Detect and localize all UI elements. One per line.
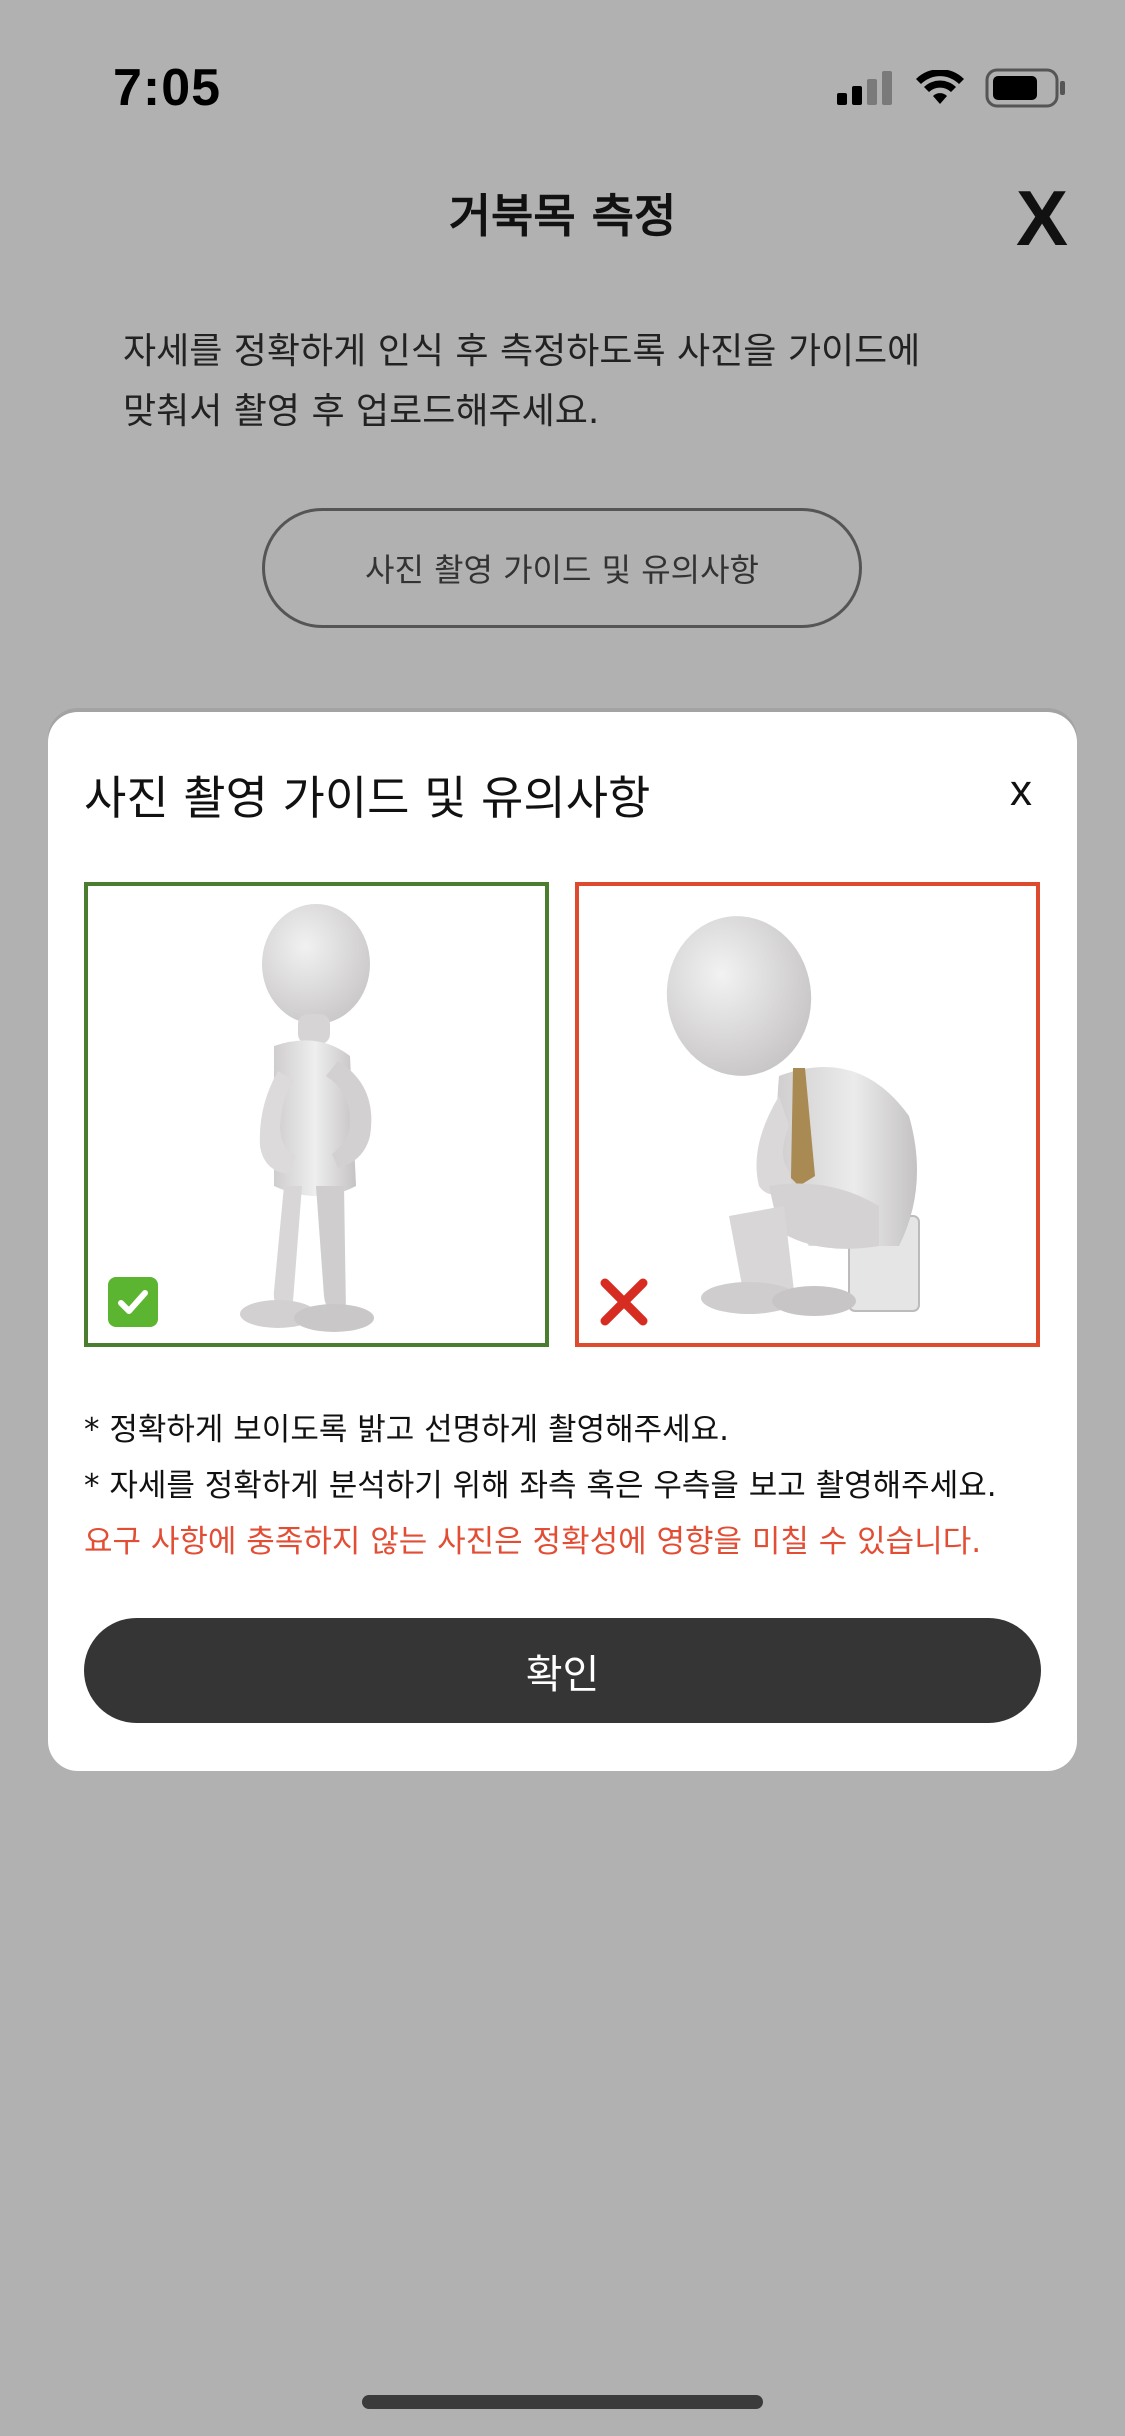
page-title: 거북목 측정 [448, 189, 677, 243]
confirm-button[interactable]: 확인 [84, 1618, 1041, 1723]
modal-title: 사진 촬영 가이드 및 유의사항 [84, 771, 651, 825]
photo-guide-modal: 사진 촬영 가이드 및 유의사항 x * 정확하게 보이도록 밝고 선명하게 촬… [48, 712, 1077, 1771]
page-description: 자세를 정확하게 인식 후 측정하도록 사진을 가이드에 맞춰서 촬영 후 업로… [123, 331, 921, 432]
bad-posture-example [575, 882, 1040, 1347]
cross-mark-icon [600, 1278, 648, 1326]
status-time: 7:05 [113, 59, 222, 117]
modal-close-button[interactable]: x [999, 766, 1043, 816]
good-posture-example [84, 882, 549, 1347]
photo-guide-button[interactable]: 사진 촬영 가이드 및 유의사항 [262, 508, 862, 628]
battery-icon [985, 68, 1065, 108]
check-mark-icon [108, 1277, 158, 1327]
note-brightness: * 정확하게 보이도록 밝고 선명하게 촬영해주세요. [84, 1412, 730, 1448]
signal-icon [837, 71, 892, 105]
close-button[interactable]: X [1007, 178, 1077, 258]
standing-figure-image [240, 904, 374, 1332]
status-icons [837, 64, 1067, 112]
note-side-view: * 자세를 정확하게 분석하기 위해 좌측 혹은 우측을 보고 촬영해주세요. [84, 1468, 997, 1504]
warning-text: 요구 사항에 충족하지 않는 사진은 정확성에 영향을 미칠 수 있습니다. [84, 1524, 982, 1560]
wifi-icon [916, 70, 964, 104]
home-indicator [362, 2395, 763, 2409]
